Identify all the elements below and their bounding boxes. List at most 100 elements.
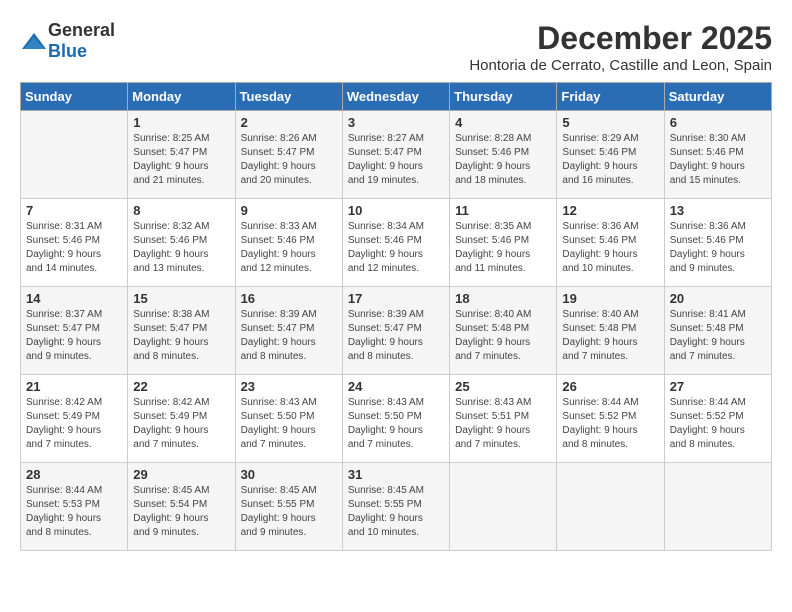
calendar-cell: 17 Sunrise: 8:39 AM Sunset: 5:47 PM Dayli… <box>342 287 449 375</box>
day-info: Sunrise: 8:36 AM Sunset: 5:46 PM Dayligh… <box>562 220 658 276</box>
day-info: Sunrise: 8:33 AM Sunset: 5:46 PM Dayligh… <box>241 220 337 276</box>
weekday-header: Thursday <box>450 83 557 111</box>
calendar-cell <box>664 463 771 551</box>
calendar-cell: 31 Sunrise: 8:45 AM Sunset: 5:55 PM Dayli… <box>342 463 449 551</box>
calendar-cell: 22 Sunrise: 8:42 AM Sunset: 5:49 PM Dayli… <box>128 375 235 463</box>
calendar-week-row: 7 Sunrise: 8:31 AM Sunset: 5:46 PM Daylig… <box>21 199 772 287</box>
day-number: 10 <box>348 203 444 218</box>
calendar-week-row: 1 Sunrise: 8:25 AM Sunset: 5:47 PM Daylig… <box>21 111 772 199</box>
day-number: 15 <box>133 291 229 306</box>
day-number: 31 <box>348 467 444 482</box>
calendar-cell: 10 Sunrise: 8:34 AM Sunset: 5:46 PM Dayli… <box>342 199 449 287</box>
calendar-cell: 2 Sunrise: 8:26 AM Sunset: 5:47 PM Daylig… <box>235 111 342 199</box>
day-info: Sunrise: 8:40 AM Sunset: 5:48 PM Dayligh… <box>562 308 658 364</box>
calendar-cell: 19 Sunrise: 8:40 AM Sunset: 5:48 PM Dayli… <box>557 287 664 375</box>
calendar-cell: 27 Sunrise: 8:44 AM Sunset: 5:52 PM Dayli… <box>664 375 771 463</box>
calendar-cell <box>450 463 557 551</box>
day-info: Sunrise: 8:43 AM Sunset: 5:50 PM Dayligh… <box>348 396 444 452</box>
calendar-cell: 21Sunrise: 8:42 AM Sunset: 5:49 PM Dayli… <box>21 375 128 463</box>
logo: General Blue <box>20 20 115 62</box>
day-number: 18 <box>455 291 551 306</box>
day-number: 5 <box>562 115 658 130</box>
day-number: 9 <box>241 203 337 218</box>
day-info: Sunrise: 8:44 AM Sunset: 5:53 PM Dayligh… <box>26 484 122 540</box>
day-number: 2 <box>241 115 337 130</box>
weekday-header: Sunday <box>21 83 128 111</box>
month-title: December 2025 <box>469 20 772 57</box>
calendar-cell: 25Sunrise: 8:43 AM Sunset: 5:51 PM Dayli… <box>450 375 557 463</box>
calendar-cell: 6 Sunrise: 8:30 AM Sunset: 5:46 PM Daylig… <box>664 111 771 199</box>
calendar-cell: 12 Sunrise: 8:36 AM Sunset: 5:46 PM Dayli… <box>557 199 664 287</box>
day-info: Sunrise: 8:45 AM Sunset: 5:55 PM Dayligh… <box>348 484 444 540</box>
calendar-cell: 18Sunrise: 8:40 AM Sunset: 5:48 PM Dayli… <box>450 287 557 375</box>
day-number: 21 <box>26 379 122 394</box>
logo-text: General Blue <box>48 20 115 62</box>
day-number: 3 <box>348 115 444 130</box>
day-info: Sunrise: 8:38 AM Sunset: 5:47 PM Dayligh… <box>133 308 229 364</box>
day-number: 22 <box>133 379 229 394</box>
calendar-week-row: 21 Sunrise: 8:42 AM Sunset: 5:49 PM Dayli… <box>21 375 772 463</box>
day-info: Sunrise: 8:31 AM Sunset: 5:46 PM Dayligh… <box>26 220 122 276</box>
calendar-cell: 7 Sunrise: 8:31 AM Sunset: 5:46 PM Daylig… <box>21 199 128 287</box>
calendar-cell <box>21 111 128 199</box>
day-number: 24 <box>348 379 444 394</box>
weekday-header: Tuesday <box>235 83 342 111</box>
day-info: Sunrise: 8:45 AM Sunset: 5:54 PM Dayligh… <box>133 484 229 540</box>
day-number: 4 <box>455 115 551 130</box>
weekday-header: Saturday <box>664 83 771 111</box>
day-info: Sunrise: 8:36 AM Sunset: 5:46 PM Dayligh… <box>670 220 766 276</box>
day-number: 12 <box>562 203 658 218</box>
calendar-cell: 1 Sunrise: 8:25 AM Sunset: 5:47 PM Daylig… <box>128 111 235 199</box>
calendar-cell: 4Sunrise: 8:28 AM Sunset: 5:46 PM Daylig… <box>450 111 557 199</box>
day-number: 7 <box>26 203 122 218</box>
day-number: 25 <box>455 379 551 394</box>
calendar-cell: 15 Sunrise: 8:38 AM Sunset: 5:47 PM Dayli… <box>128 287 235 375</box>
day-info: Sunrise: 8:43 AM Sunset: 5:50 PM Dayligh… <box>241 396 337 452</box>
calendar-cell: 9 Sunrise: 8:33 AM Sunset: 5:46 PM Daylig… <box>235 199 342 287</box>
day-number: 17 <box>348 291 444 306</box>
day-number: 11 <box>455 203 551 218</box>
day-number: 19 <box>562 291 658 306</box>
weekday-header: Wednesday <box>342 83 449 111</box>
day-number: 13 <box>670 203 766 218</box>
day-info: Sunrise: 8:34 AM Sunset: 5:46 PM Dayligh… <box>348 220 444 276</box>
calendar-cell: 24 Sunrise: 8:43 AM Sunset: 5:50 PM Dayli… <box>342 375 449 463</box>
calendar-header-row: SundayMondayTuesdayWednesdayThursdayFrid… <box>21 83 772 111</box>
location-title: Hontoria de Cerrato, Castille and Leon, … <box>469 57 772 74</box>
calendar-cell: 26 Sunrise: 8:44 AM Sunset: 5:52 PM Dayli… <box>557 375 664 463</box>
calendar-cell: 13 Sunrise: 8:36 AM Sunset: 5:46 PM Dayli… <box>664 199 771 287</box>
calendar-cell: 3 Sunrise: 8:27 AM Sunset: 5:47 PM Daylig… <box>342 111 449 199</box>
day-info: Sunrise: 8:39 AM Sunset: 5:47 PM Dayligh… <box>348 308 444 364</box>
day-info: Sunrise: 8:30 AM Sunset: 5:46 PM Dayligh… <box>670 132 766 188</box>
header: General Blue December 2025 Hontoria de C… <box>20 20 772 74</box>
day-number: 6 <box>670 115 766 130</box>
day-number: 1 <box>133 115 229 130</box>
day-info: Sunrise: 8:35 AM Sunset: 5:46 PM Dayligh… <box>455 220 551 276</box>
calendar-cell: 20 Sunrise: 8:41 AM Sunset: 5:48 PM Dayli… <box>664 287 771 375</box>
calendar-cell: 16 Sunrise: 8:39 AM Sunset: 5:47 PM Dayli… <box>235 287 342 375</box>
weekday-header: Monday <box>128 83 235 111</box>
day-number: 26 <box>562 379 658 394</box>
day-info: Sunrise: 8:39 AM Sunset: 5:47 PM Dayligh… <box>241 308 337 364</box>
day-info: Sunrise: 8:27 AM Sunset: 5:47 PM Dayligh… <box>348 132 444 188</box>
day-number: 8 <box>133 203 229 218</box>
day-number: 20 <box>670 291 766 306</box>
day-number: 27 <box>670 379 766 394</box>
calendar-body: 1 Sunrise: 8:25 AM Sunset: 5:47 PM Daylig… <box>21 111 772 551</box>
day-info: Sunrise: 8:41 AM Sunset: 5:48 PM Dayligh… <box>670 308 766 364</box>
day-info: Sunrise: 8:45 AM Sunset: 5:55 PM Dayligh… <box>241 484 337 540</box>
calendar-table: SundayMondayTuesdayWednesdayThursdayFrid… <box>20 82 772 551</box>
day-info: Sunrise: 8:44 AM Sunset: 5:52 PM Dayligh… <box>562 396 658 452</box>
title-area: December 2025 Hontoria de Cerrato, Casti… <box>469 20 772 74</box>
logo-general: General <box>48 20 115 40</box>
day-info: Sunrise: 8:26 AM Sunset: 5:47 PM Dayligh… <box>241 132 337 188</box>
day-info: Sunrise: 8:42 AM Sunset: 5:49 PM Dayligh… <box>133 396 229 452</box>
calendar-cell: 29 Sunrise: 8:45 AM Sunset: 5:54 PM Dayli… <box>128 463 235 551</box>
day-number: 29 <box>133 467 229 482</box>
calendar-cell: 30 Sunrise: 8:45 AM Sunset: 5:55 PM Dayli… <box>235 463 342 551</box>
day-number: 16 <box>241 291 337 306</box>
day-info: Sunrise: 8:25 AM Sunset: 5:47 PM Dayligh… <box>133 132 229 188</box>
logo-blue: Blue <box>48 41 87 61</box>
day-info: Sunrise: 8:44 AM Sunset: 5:52 PM Dayligh… <box>670 396 766 452</box>
day-number: 30 <box>241 467 337 482</box>
